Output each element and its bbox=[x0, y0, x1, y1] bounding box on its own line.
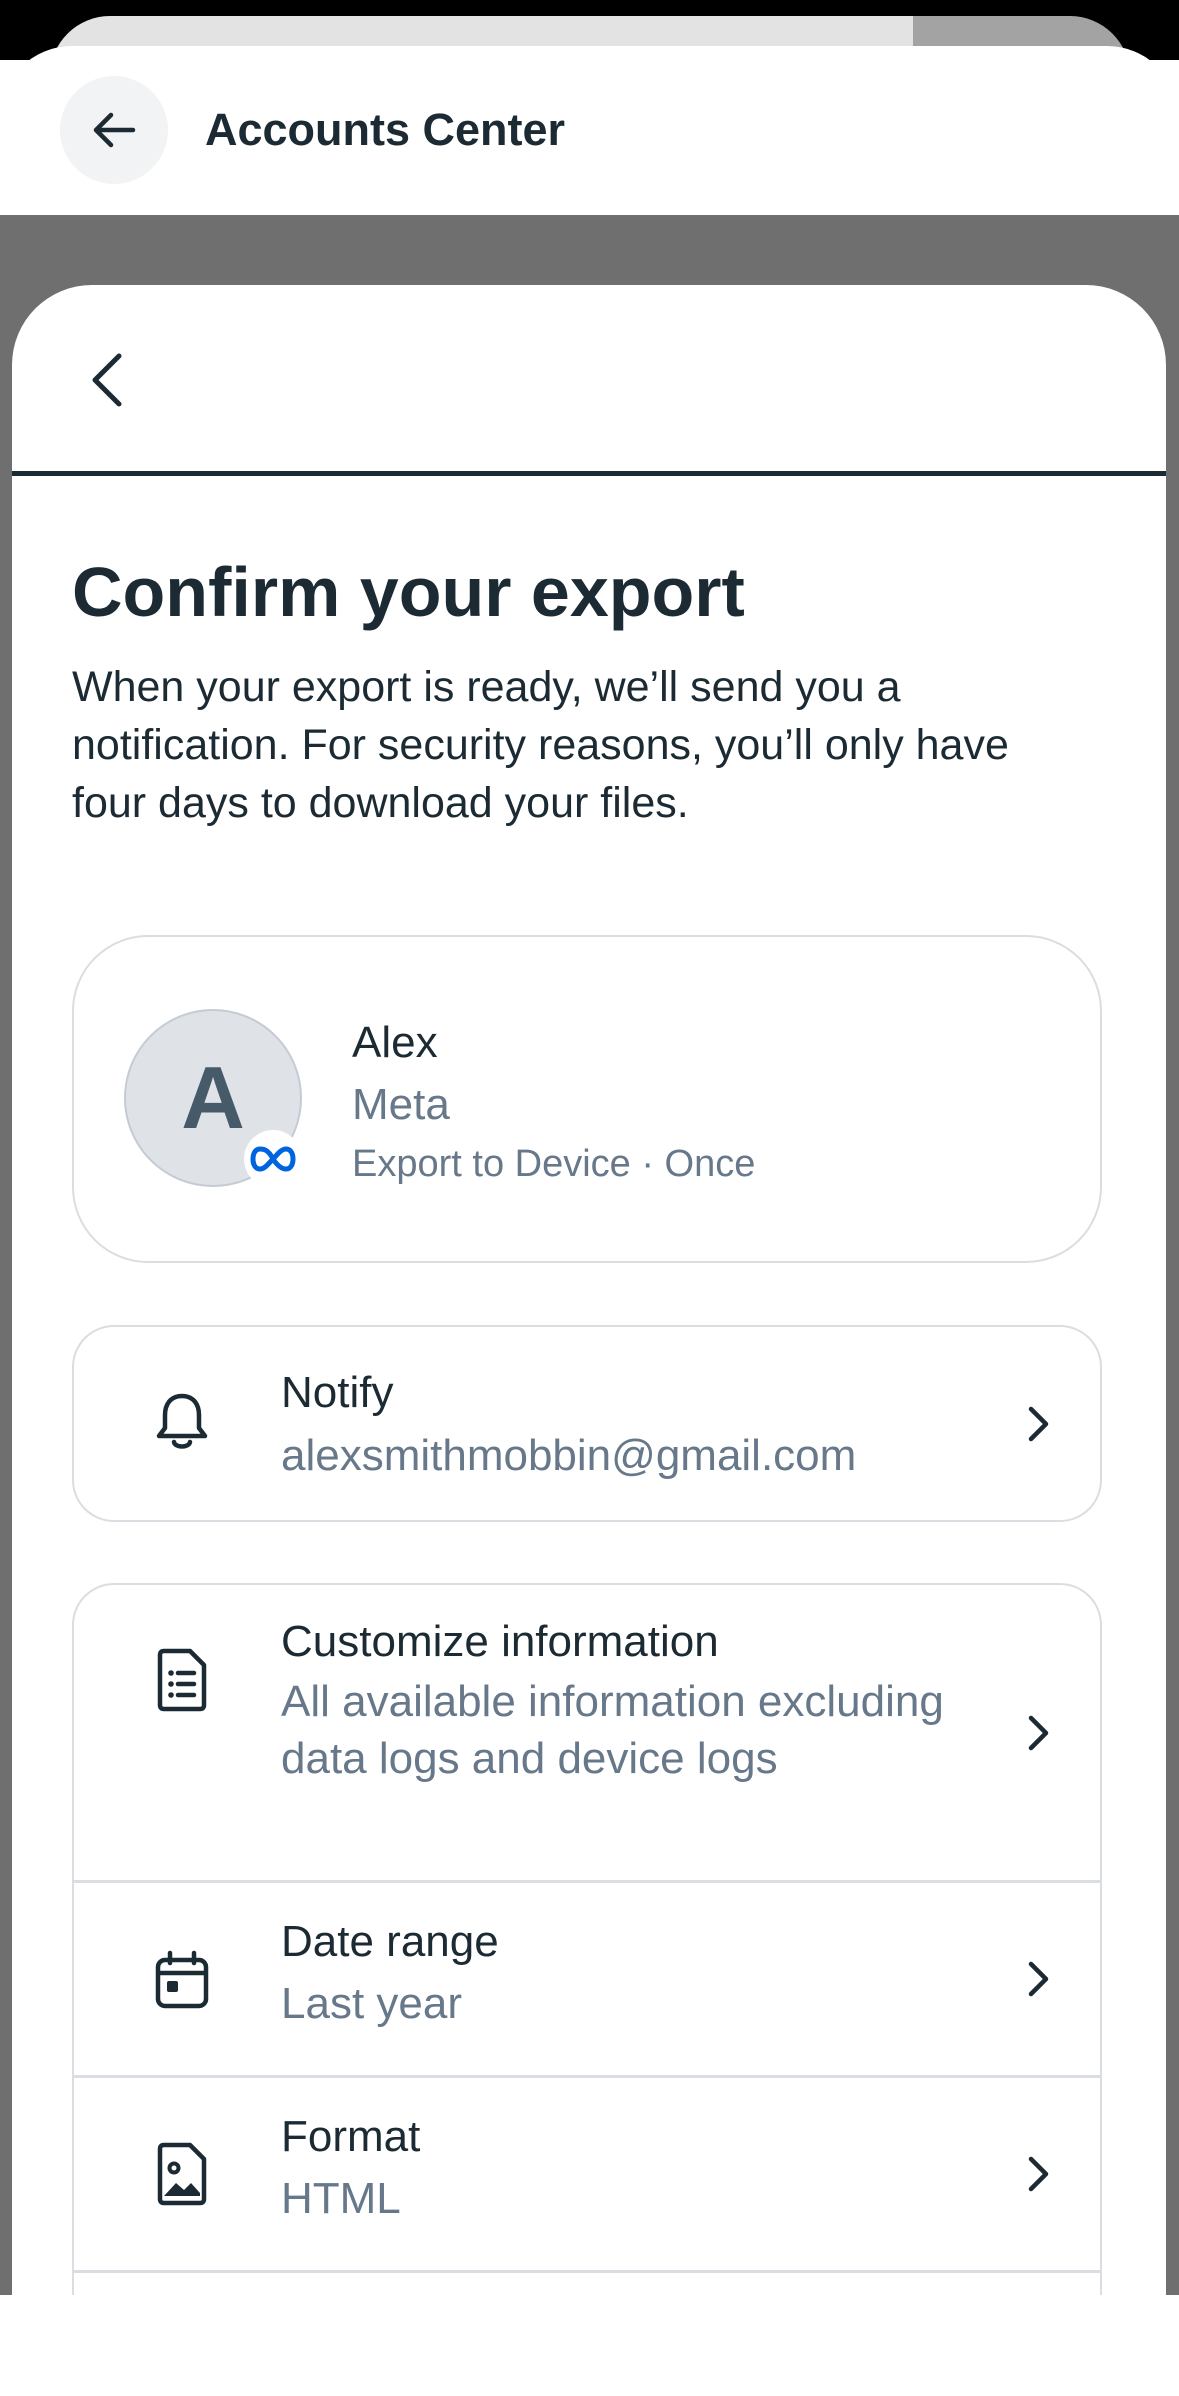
chevron-left-icon bbox=[92, 353, 122, 407]
date-range-value: Last year bbox=[281, 1979, 462, 2028]
account-card: A Alex Meta Export to Device · Once bbox=[72, 935, 1102, 1263]
page-title: Confirm your export bbox=[72, 553, 745, 631]
bell-icon bbox=[150, 1390, 214, 1454]
row-divider bbox=[74, 2270, 1100, 2273]
chevron-right-icon bbox=[1019, 2154, 1059, 2194]
date-range-row[interactable]: Date range Last year bbox=[74, 1883, 1100, 2075]
export-destination: Export to Device · Once bbox=[352, 1143, 756, 1185]
format-row[interactable]: Format HTML bbox=[74, 2078, 1100, 2270]
format-value: HTML bbox=[281, 2174, 401, 2223]
format-label: Format bbox=[281, 2112, 421, 2161]
arrow-left-icon bbox=[93, 112, 136, 148]
account-org: Meta bbox=[352, 1080, 450, 1129]
confirm-export-sheet: Confirm your export When your export is … bbox=[12, 285, 1166, 2295]
notify-label: Notify bbox=[281, 1368, 394, 1417]
accounts-center-back-button[interactable] bbox=[60, 76, 168, 184]
accounts-center-header: Accounts Center bbox=[0, 46, 1179, 216]
sheet-header-divider bbox=[12, 471, 1166, 476]
image-file-icon bbox=[150, 2142, 214, 2206]
export-settings-list: Customize information All available info… bbox=[72, 1583, 1102, 2295]
chevron-right-icon bbox=[1019, 1959, 1059, 1999]
export-description: When your export is ready, we’ll send yo… bbox=[72, 663, 1009, 827]
calendar-icon bbox=[150, 1949, 214, 2013]
notify-email: alexsmithmobbin@gmail.com bbox=[281, 1431, 857, 1480]
date-range-label: Date range bbox=[281, 1917, 499, 1966]
customize-information-row[interactable]: Customize information All available info… bbox=[74, 1585, 1100, 1880]
customize-information-label: Customize information bbox=[281, 1617, 719, 1666]
sheet-back-button[interactable] bbox=[72, 345, 142, 415]
chevron-right-icon bbox=[1019, 1404, 1059, 1444]
account-name: Alex bbox=[352, 1018, 438, 1067]
meta-logo-icon bbox=[244, 1130, 302, 1188]
accounts-center-title: Accounts Center bbox=[205, 104, 566, 155]
customize-information-value: All available information excluding data… bbox=[281, 1677, 944, 1783]
document-list-icon bbox=[150, 1648, 214, 1712]
chevron-right-icon bbox=[1019, 1713, 1059, 1753]
notify-row[interactable]: Notify alexsmithmobbin@gmail.com bbox=[72, 1325, 1102, 1522]
